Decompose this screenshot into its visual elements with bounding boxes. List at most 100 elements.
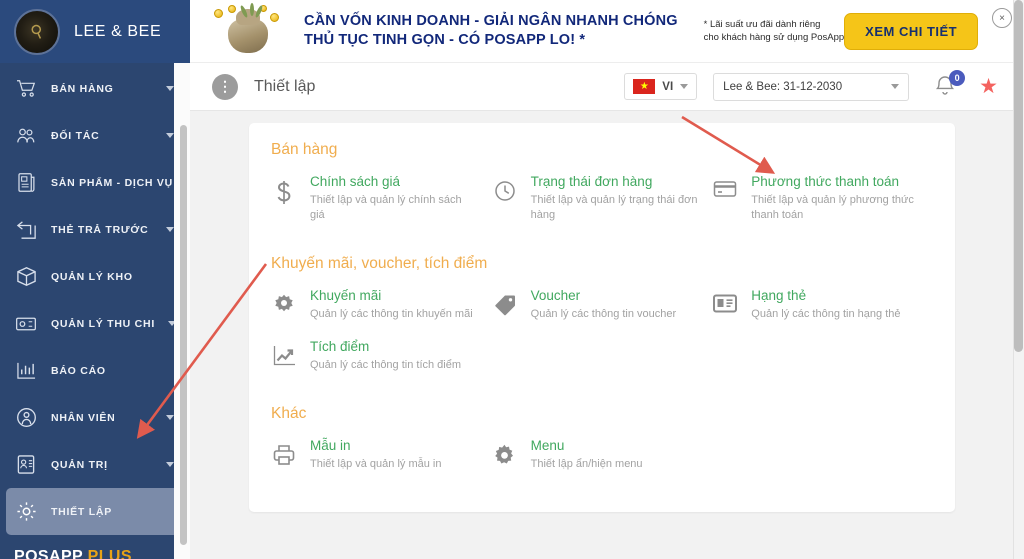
feature-title: Hạng thẻ xyxy=(751,287,919,305)
section-grid: Mẫu in Thiết lập và quản lý mẫu in Menu … xyxy=(271,437,933,488)
feature-title: Chính sách giá xyxy=(310,173,478,191)
feature-khuyen-mai[interactable]: Khuyến mãi Quản lý các thông tin khuyến … xyxy=(271,287,492,322)
cash-flow-icon xyxy=(14,312,38,336)
banner-note-line2: cho khách hàng sử dụng PosApp xyxy=(704,31,845,44)
star-icon[interactable]: ★ xyxy=(979,76,998,97)
bell-icon xyxy=(935,83,955,100)
feature-phuong-thuc-thanh-toan[interactable]: Phương thức thanh toán Thiết lập và quản… xyxy=(712,173,933,223)
sidebar-item-the-tra-truoc[interactable]: THẺ TRẢ TRƯỚC xyxy=(0,206,190,253)
sidebar-item-label: QUẢN LÝ KHO xyxy=(51,271,178,283)
section-title: Bán hàng xyxy=(271,141,933,159)
feature-desc: Thiết lập và quản lý trạng thái đơn hàng xyxy=(531,193,699,223)
feature-title: Tích điểm xyxy=(310,338,478,356)
feature-tich-diem[interactable]: Tích điểm Quản lý các thông tin tích điể… xyxy=(271,338,492,373)
sidebar-item-label: NHÂN VIÊN xyxy=(51,412,153,424)
brand-name: LEE & BEE xyxy=(74,23,161,41)
sidebar-item-label: QUẢN TRỊ xyxy=(51,459,153,471)
feature-chinh-sach-gia[interactable]: Chính sách giá Thiết lập và quản lý chín… xyxy=(271,173,492,223)
chevron-down-icon xyxy=(680,84,688,89)
chevron-down-icon xyxy=(166,86,174,91)
settings-card: Bán hàng Chính sách giá Thiết lập và quả… xyxy=(249,123,955,512)
sidebar-item-label: QUẢN LÝ THU CHI xyxy=(51,318,155,330)
printer-icon xyxy=(271,437,297,472)
promotion-badge-icon xyxy=(271,287,297,322)
feature-title: Khuyến mãi xyxy=(310,287,478,305)
feature-body: Phương thức thanh toán Thiết lập và quản… xyxy=(751,173,919,223)
menu-info-icon[interactable]: ⋮ xyxy=(212,74,238,100)
feature-body: Khuyến mãi Quản lý các thông tin khuyến … xyxy=(310,287,478,322)
feature-title: Trạng thái đơn hàng xyxy=(531,173,699,191)
product-service-icon xyxy=(14,171,38,195)
sidebar: ⚲ LEE & BEE BÁN HÀNG ĐỐI TÁC xyxy=(0,0,190,559)
shopping-cart-icon xyxy=(14,77,38,101)
admin-id-icon xyxy=(14,453,38,477)
feature-desc: Thiết lập và quản lý mẫu in xyxy=(310,457,478,472)
feature-body: Chính sách giá Thiết lập và quản lý chín… xyxy=(310,173,478,223)
sidebar-item-thiet-lap[interactable]: THIẾT LẬP xyxy=(6,488,184,535)
main-content: Bán hàng Chính sách giá Thiết lập và quả… xyxy=(190,111,1024,559)
sidebar-item-nhan-vien[interactable]: NHÂN VIÊN xyxy=(0,394,190,441)
notification-badge: 0 xyxy=(949,70,965,86)
vietnam-flag-icon: ★ xyxy=(633,79,655,94)
sidebar-item-ban-hang[interactable]: BÁN HÀNG xyxy=(0,65,190,112)
key-icon: ⚲ xyxy=(28,21,46,42)
section-title: Khuyến mãi, voucher, tích điểm xyxy=(271,255,933,273)
close-icon[interactable]: × xyxy=(992,8,1012,28)
feature-menu[interactable]: Menu Thiết lập ẩn/hiện menu xyxy=(492,437,713,472)
dollar-sign-icon xyxy=(271,173,297,223)
feature-body: Trạng thái đơn hàng Thiết lập và quản lý… xyxy=(531,173,699,223)
feature-body: Tích điểm Quản lý các thông tin tích điể… xyxy=(310,338,478,373)
brand-header[interactable]: ⚲ LEE & BEE xyxy=(0,0,190,63)
plus-text: PLUS xyxy=(88,548,132,559)
feature-title: Phương thức thanh toán xyxy=(751,173,919,191)
sidebar-scrollbar-thumb[interactable] xyxy=(180,125,187,545)
sidebar-item-bao-cao[interactable]: BÁO CÁO xyxy=(0,347,190,394)
key-emblem-logo: ⚲ xyxy=(14,9,60,55)
chevron-down-icon xyxy=(891,84,899,89)
sidebar-item-label: THIẾT LẬP xyxy=(51,506,172,518)
tag-icon xyxy=(492,287,518,322)
feature-body: Hạng thẻ Quản lý các thông tin hạng thẻ xyxy=(751,287,919,322)
page-title: Thiết lập xyxy=(254,78,315,96)
feature-desc: Thiết lập và quản lý chính sách giá xyxy=(310,193,478,223)
posapp-text: POSAPP xyxy=(14,548,83,559)
banner-headline-line2: THỦ TỤC TINH GỌN - CÓ POSAPP LO! * xyxy=(304,31,678,50)
sidebar-item-quan-ly-kho[interactable]: QUẢN LÝ KHO xyxy=(0,253,190,300)
page-scrollbar-track[interactable] xyxy=(1013,0,1024,559)
feature-body: Voucher Quản lý các thông tin voucher xyxy=(531,287,699,322)
feature-voucher[interactable]: Voucher Quản lý các thông tin voucher xyxy=(492,287,713,322)
prepaid-card-icon xyxy=(14,218,38,242)
sidebar-item-san-pham-dich-vu[interactable]: SẢN PHẨM - DỊCH VỤ xyxy=(0,159,190,206)
chevron-down-icon xyxy=(166,415,174,420)
language-selector[interactable]: ★ VI xyxy=(624,73,697,100)
banner-headline: CẦN VỐN KINH DOANH - GIẢI NGÂN NHANH CHÓ… xyxy=(304,12,678,50)
feature-title: Menu xyxy=(531,437,699,455)
sidebar-item-doi-tac[interactable]: ĐỐI TÁC xyxy=(0,112,190,159)
sidebar-item-label: THẺ TRẢ TRƯỚC xyxy=(51,224,153,236)
section-title: Khác xyxy=(271,405,933,423)
feature-mau-in[interactable]: Mẫu in Thiết lập và quản lý mẫu in xyxy=(271,437,492,472)
banner-headline-line1: CẦN VỐN KINH DOANH - GIẢI NGÂN NHANH CHÓ… xyxy=(304,12,678,31)
banner-note: * Lãi suất ưu đãi dành riêng cho khách h… xyxy=(704,18,845,44)
feature-desc: Quản lý các thông tin khuyến mãi xyxy=(310,307,478,322)
notification-button[interactable]: 0 xyxy=(935,74,959,100)
sidebar-item-label: BÁN HÀNG xyxy=(51,83,153,95)
sidebar-item-label: ĐỐI TÁC xyxy=(51,130,153,142)
feature-title: Voucher xyxy=(531,287,699,305)
chevron-down-icon xyxy=(166,462,174,467)
sidebar-item-label: BÁO CÁO xyxy=(51,365,178,377)
banner-cta-button[interactable]: XEM CHI TIẾT xyxy=(844,13,978,50)
chevron-down-icon xyxy=(166,227,174,232)
feature-hang-the[interactable]: Hạng thẻ Quản lý các thông tin hạng thẻ xyxy=(712,287,933,322)
feature-desc: Quản lý các thông tin hạng thẻ xyxy=(751,307,919,322)
sidebar-item-quan-ly-thu-chi[interactable]: QUẢN LÝ THU CHI xyxy=(0,300,190,347)
page-scrollbar-thumb[interactable] xyxy=(1014,0,1023,352)
sidebar-item-label: SẢN PHẨM - DỊCH VỤ xyxy=(51,177,173,189)
clock-icon xyxy=(492,173,518,223)
section-grid: Chính sách giá Thiết lập và quản lý chín… xyxy=(271,173,933,239)
sidebar-item-quan-tri[interactable]: QUẢN TRỊ xyxy=(0,441,190,488)
credit-card-icon xyxy=(712,173,738,223)
feature-trang-thai-don-hang[interactable]: Trạng thái đơn hàng Thiết lập và quản lý… xyxy=(492,173,713,223)
shop-selector[interactable]: Lee & Bee: 31-12-2030 xyxy=(713,73,909,101)
money-bag-icon xyxy=(212,5,290,57)
